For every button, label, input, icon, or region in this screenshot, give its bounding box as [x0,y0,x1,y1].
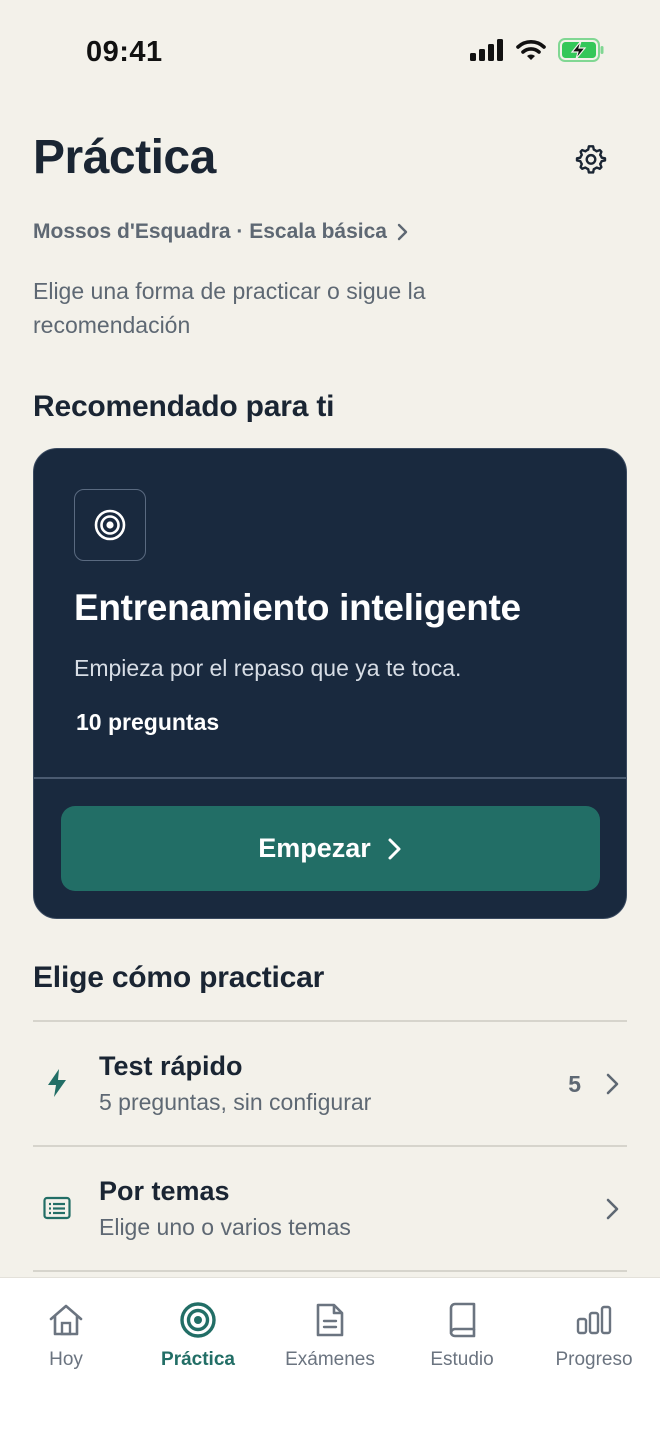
cellular-signal-icon [470,39,503,61]
recommended-title: Entrenamiento inteligente [74,587,521,628]
tab-label: Hoy [49,1349,83,1370]
option-subtitle: Elige uno o varios temas [99,1214,351,1240]
tab-practica[interactable]: Práctica [132,1278,264,1388]
recommended-description: Empieza por el repaso que ya te toca. [74,655,462,681]
tab-progreso[interactable]: Progreso [528,1278,660,1388]
settings-button[interactable] [570,138,612,180]
start-button[interactable]: Empezar [61,806,600,891]
document-icon [310,1300,350,1340]
target-icon [178,1300,218,1340]
chevron-right-icon [606,1073,619,1095]
practice-screen: 09:41 Práctica Mossos d'Esquadra · Escal… [0,0,660,1435]
option-count: 5 [568,1071,581,1097]
start-button-label: Empezar [258,833,371,863]
tab-estudio[interactable]: Estudio [396,1278,528,1388]
recommended-section-title: Recomendado para ti [33,390,335,423]
list-divider [33,1270,627,1272]
target-icon [94,509,126,541]
chevron-right-icon [606,1198,619,1220]
option-subtitle: 5 preguntas, sin configurar [99,1089,372,1115]
recommended-question-count: 10 preguntas [76,709,220,735]
wifi-icon [516,40,546,60]
option-title: Test rápido [99,1051,243,1081]
practice-section-title: Elige cómo practicar [33,961,325,994]
status-time: 09:41 [86,36,163,68]
breadcrumb[interactable]: Mossos d'Esquadra · Escala básica [33,220,409,244]
option-by-topics[interactable]: Por temas Elige uno o varios temas [33,1146,627,1270]
tab-label: Exámenes [285,1349,375,1370]
book-icon [442,1300,482,1340]
option-quick-test[interactable]: Test rápido 5 preguntas, sin configurar … [33,1021,627,1145]
status-icons [470,38,604,62]
chevron-right-icon [388,838,401,859]
status-bar: 09:41 [0,0,660,100]
home-icon [46,1300,86,1340]
chevron-right-icon [397,223,408,241]
breadcrumb-label: Mossos d'Esquadra · Escala básica [33,220,387,243]
recommended-icon-box [74,489,146,561]
recommended-card: Entrenamiento inteligente Empieza por el… [33,448,627,919]
option-title: Por temas [99,1176,230,1206]
list-icon [41,1192,73,1224]
tab-label: Práctica [161,1349,235,1370]
page-title: Práctica [33,131,216,184]
gear-icon [575,145,607,174]
tab-examenes[interactable]: Exámenes [264,1278,396,1388]
tab-bar: Hoy Práctica Exámenes Estudio Progreso [0,1277,660,1435]
battery-charging-icon [558,38,604,62]
tab-label: Estudio [430,1349,494,1370]
tab-hoy[interactable]: Hoy [0,1278,132,1388]
card-divider [34,777,626,779]
tab-label: Progreso [555,1349,633,1370]
page-subtitle: Elige una forma de practicar o sigue la … [33,278,426,338]
bar-chart-icon [574,1300,614,1340]
bolt-icon [41,1067,73,1099]
